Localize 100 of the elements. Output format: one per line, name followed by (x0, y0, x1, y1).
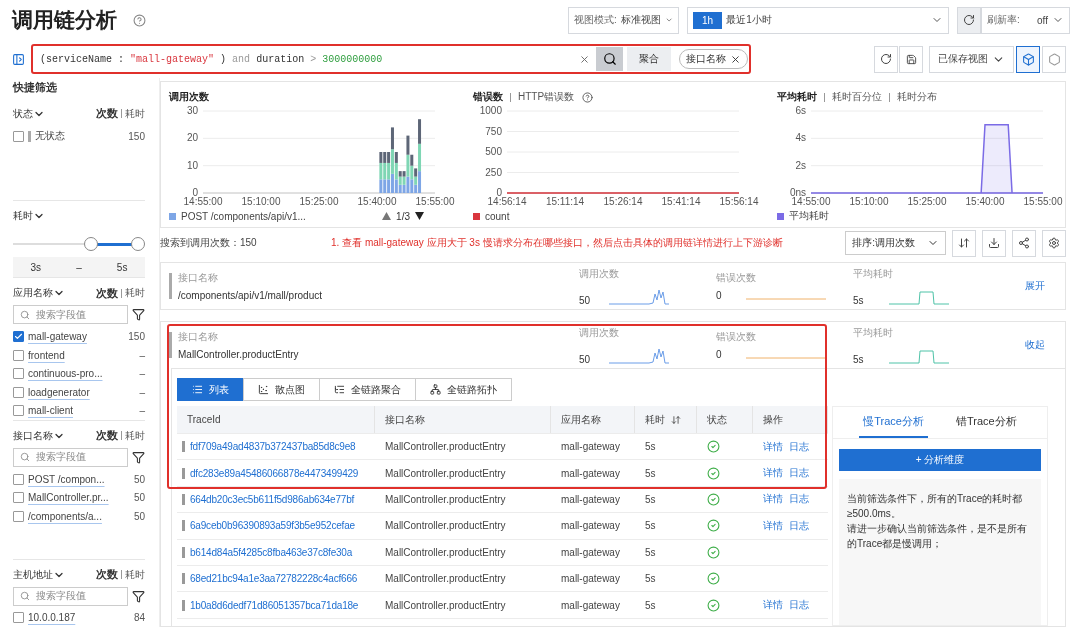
trace-id-link[interactable]: 664db20c3ec5b611f5d986ab634e77bf (190, 493, 355, 505)
expand-link[interactable]: 展开 (1015, 279, 1055, 293)
view-tab[interactable]: 全链路拓扑 (415, 378, 512, 401)
metric-tab[interactable]: 次数 (96, 286, 118, 301)
close-icon[interactable] (730, 53, 741, 65)
filter-option[interactable]: POST /compon... (28, 473, 130, 485)
share-button[interactable] (1012, 229, 1036, 257)
sort-select[interactable]: 排序:调用次数 (845, 231, 946, 256)
details-link[interactable]: 详情 (763, 466, 783, 481)
metric-tab[interactable]: 耗时 (125, 286, 145, 301)
search-field[interactable]: 搜索字段值 (13, 448, 128, 467)
metric-tab[interactable]: 次数 (96, 567, 118, 582)
down-triangle-icon[interactable] (415, 212, 424, 220)
section-title[interactable]: 应用名称 (13, 286, 65, 301)
filter-option[interactable]: loadgenerator (28, 386, 136, 398)
slider-thumb[interactable] (83, 237, 98, 252)
section-title[interactable]: 接口名称 (13, 429, 65, 443)
download-button[interactable] (982, 229, 1006, 257)
log-link[interactable]: 日志 (789, 466, 809, 481)
filter-option[interactable]: /components/a... (28, 510, 130, 522)
trace-id-link[interactable]: dfc283e89a45486066878e4473499429 (190, 467, 359, 479)
metric-tab[interactable]: 耗时 (125, 429, 145, 443)
query-field[interactable]: (serviceName : "mall-gateway" ) and duration > 3000000000 (34, 47, 596, 71)
saved-views-button[interactable]: 已保存视图 (929, 45, 1014, 73)
view-tab[interactable]: 散点图 (243, 378, 320, 401)
chart-tab[interactable]: 耗时百分位 (832, 90, 882, 104)
filter-option[interactable]: 无状态 (35, 129, 125, 144)
filter-option[interactable]: 10.0.0.187 (28, 612, 130, 624)
time-range-picker[interactable]: 1h 最近1小时 (687, 6, 949, 34)
search-button[interactable] (596, 47, 623, 71)
details-link[interactable]: 详情 (763, 439, 783, 454)
view-tab[interactable]: 列表 (177, 378, 244, 401)
trace-id-link[interactable]: fdf709a49ad4837b372437ba85d8c9e8 (190, 441, 356, 453)
checkbox[interactable] (13, 612, 24, 624)
metric-tab[interactable]: 耗时 (125, 106, 145, 121)
view-mode-select[interactable]: 视图模式: 标准视图 (568, 6, 679, 34)
clear-icon[interactable] (579, 53, 590, 65)
checkbox[interactable] (13, 331, 24, 343)
log-link[interactable]: 日志 (789, 492, 809, 507)
details-link[interactable]: 详情 (763, 492, 783, 507)
filter-option[interactable]: mall-client (28, 405, 136, 417)
analysis-tab[interactable]: 慢Trace分析 (859, 407, 928, 438)
section-title[interactable]: 主机地址 (13, 567, 65, 582)
hexagon-button[interactable] (1042, 45, 1066, 73)
checkbox[interactable] (13, 510, 24, 522)
filter-option[interactable]: frontend (28, 349, 136, 361)
metric-tab[interactable]: 次数 (96, 428, 118, 444)
search-field[interactable]: 搜索字段值 (13, 305, 128, 325)
log-link[interactable]: 日志 (789, 518, 809, 533)
panel-toggle-icon[interactable] (12, 52, 25, 66)
checkbox[interactable] (13, 405, 24, 417)
refresh-button[interactable] (874, 45, 898, 73)
refresh-rate-select[interactable]: 刷新率: off (981, 6, 1070, 34)
trace-id-link[interactable]: 68ed21bc94a1e3aa72782228c4acf666 (190, 573, 358, 585)
checkbox[interactable] (13, 349, 24, 361)
section-title[interactable]: 耗时 (13, 209, 45, 224)
settings-button[interactable] (1042, 229, 1066, 257)
filter-icon[interactable] (132, 451, 145, 464)
refresh-button[interactable] (957, 6, 981, 34)
help-icon[interactable] (133, 13, 146, 27)
chart-tab[interactable]: 平均耗时 (777, 90, 817, 104)
checkbox[interactable] (13, 492, 24, 504)
legend-label[interactable]: count (485, 210, 510, 222)
log-link[interactable]: 日志 (789, 439, 809, 454)
legend-label[interactable]: 平均耗时 (789, 209, 829, 223)
slider-thumb[interactable] (131, 237, 145, 252)
filter-option[interactable]: continuous-pro... (28, 368, 136, 380)
analysis-tab[interactable]: 错Trace分析 (952, 407, 1021, 438)
trace-id-link[interactable]: 6a9ceb0b96390893a59f3b5e952cefae (190, 520, 355, 532)
add-dimension-button[interactable]: + 分析维度 (839, 449, 1041, 471)
chart-tab[interactable]: 错误数 (473, 90, 503, 104)
up-triangle-icon[interactable] (382, 212, 392, 220)
search-field[interactable]: 搜索字段值 (13, 586, 128, 606)
chart-tab[interactable]: HTTP错误数 (518, 90, 575, 104)
checkbox[interactable] (13, 130, 24, 142)
filter-icon[interactable] (132, 589, 145, 603)
chart-tab[interactable]: 耗时分布 (897, 90, 937, 104)
sort-icon[interactable] (671, 414, 681, 425)
trace-id-link[interactable]: 1b0a8d6dedf71d86051357bca71da18e (190, 599, 359, 611)
details-link[interactable]: 详情 (763, 598, 783, 613)
metric-tab[interactable]: 次数 (96, 106, 118, 122)
filter-option[interactable]: mall-gateway (28, 331, 125, 343)
help-icon[interactable] (582, 91, 594, 103)
section-title[interactable]: 状态 (13, 106, 45, 121)
view-tab[interactable]: 全链路聚合 (319, 378, 416, 401)
trace-id-link[interactable]: b614d84a5f4285c8fba463e37c8fe30a (190, 546, 353, 558)
checkbox[interactable] (13, 386, 24, 398)
metric-tab[interactable]: 耗时 (125, 567, 145, 582)
log-link[interactable]: 日志 (789, 598, 809, 613)
cube-button[interactable] (1016, 45, 1040, 73)
sort-order-button[interactable] (952, 229, 976, 257)
chart-tab[interactable]: 调用次数 (169, 90, 209, 104)
filter-option[interactable]: MallController.pr... (28, 492, 130, 504)
checkbox[interactable] (13, 473, 24, 485)
collapse-link[interactable]: 收起 (1015, 338, 1055, 352)
filter-icon[interactable] (132, 308, 145, 322)
legend-label[interactable]: POST /components/api/v1... (181, 210, 306, 222)
checkbox[interactable] (13, 368, 24, 380)
save-button[interactable] (899, 45, 923, 73)
details-link[interactable]: 详情 (763, 518, 783, 533)
